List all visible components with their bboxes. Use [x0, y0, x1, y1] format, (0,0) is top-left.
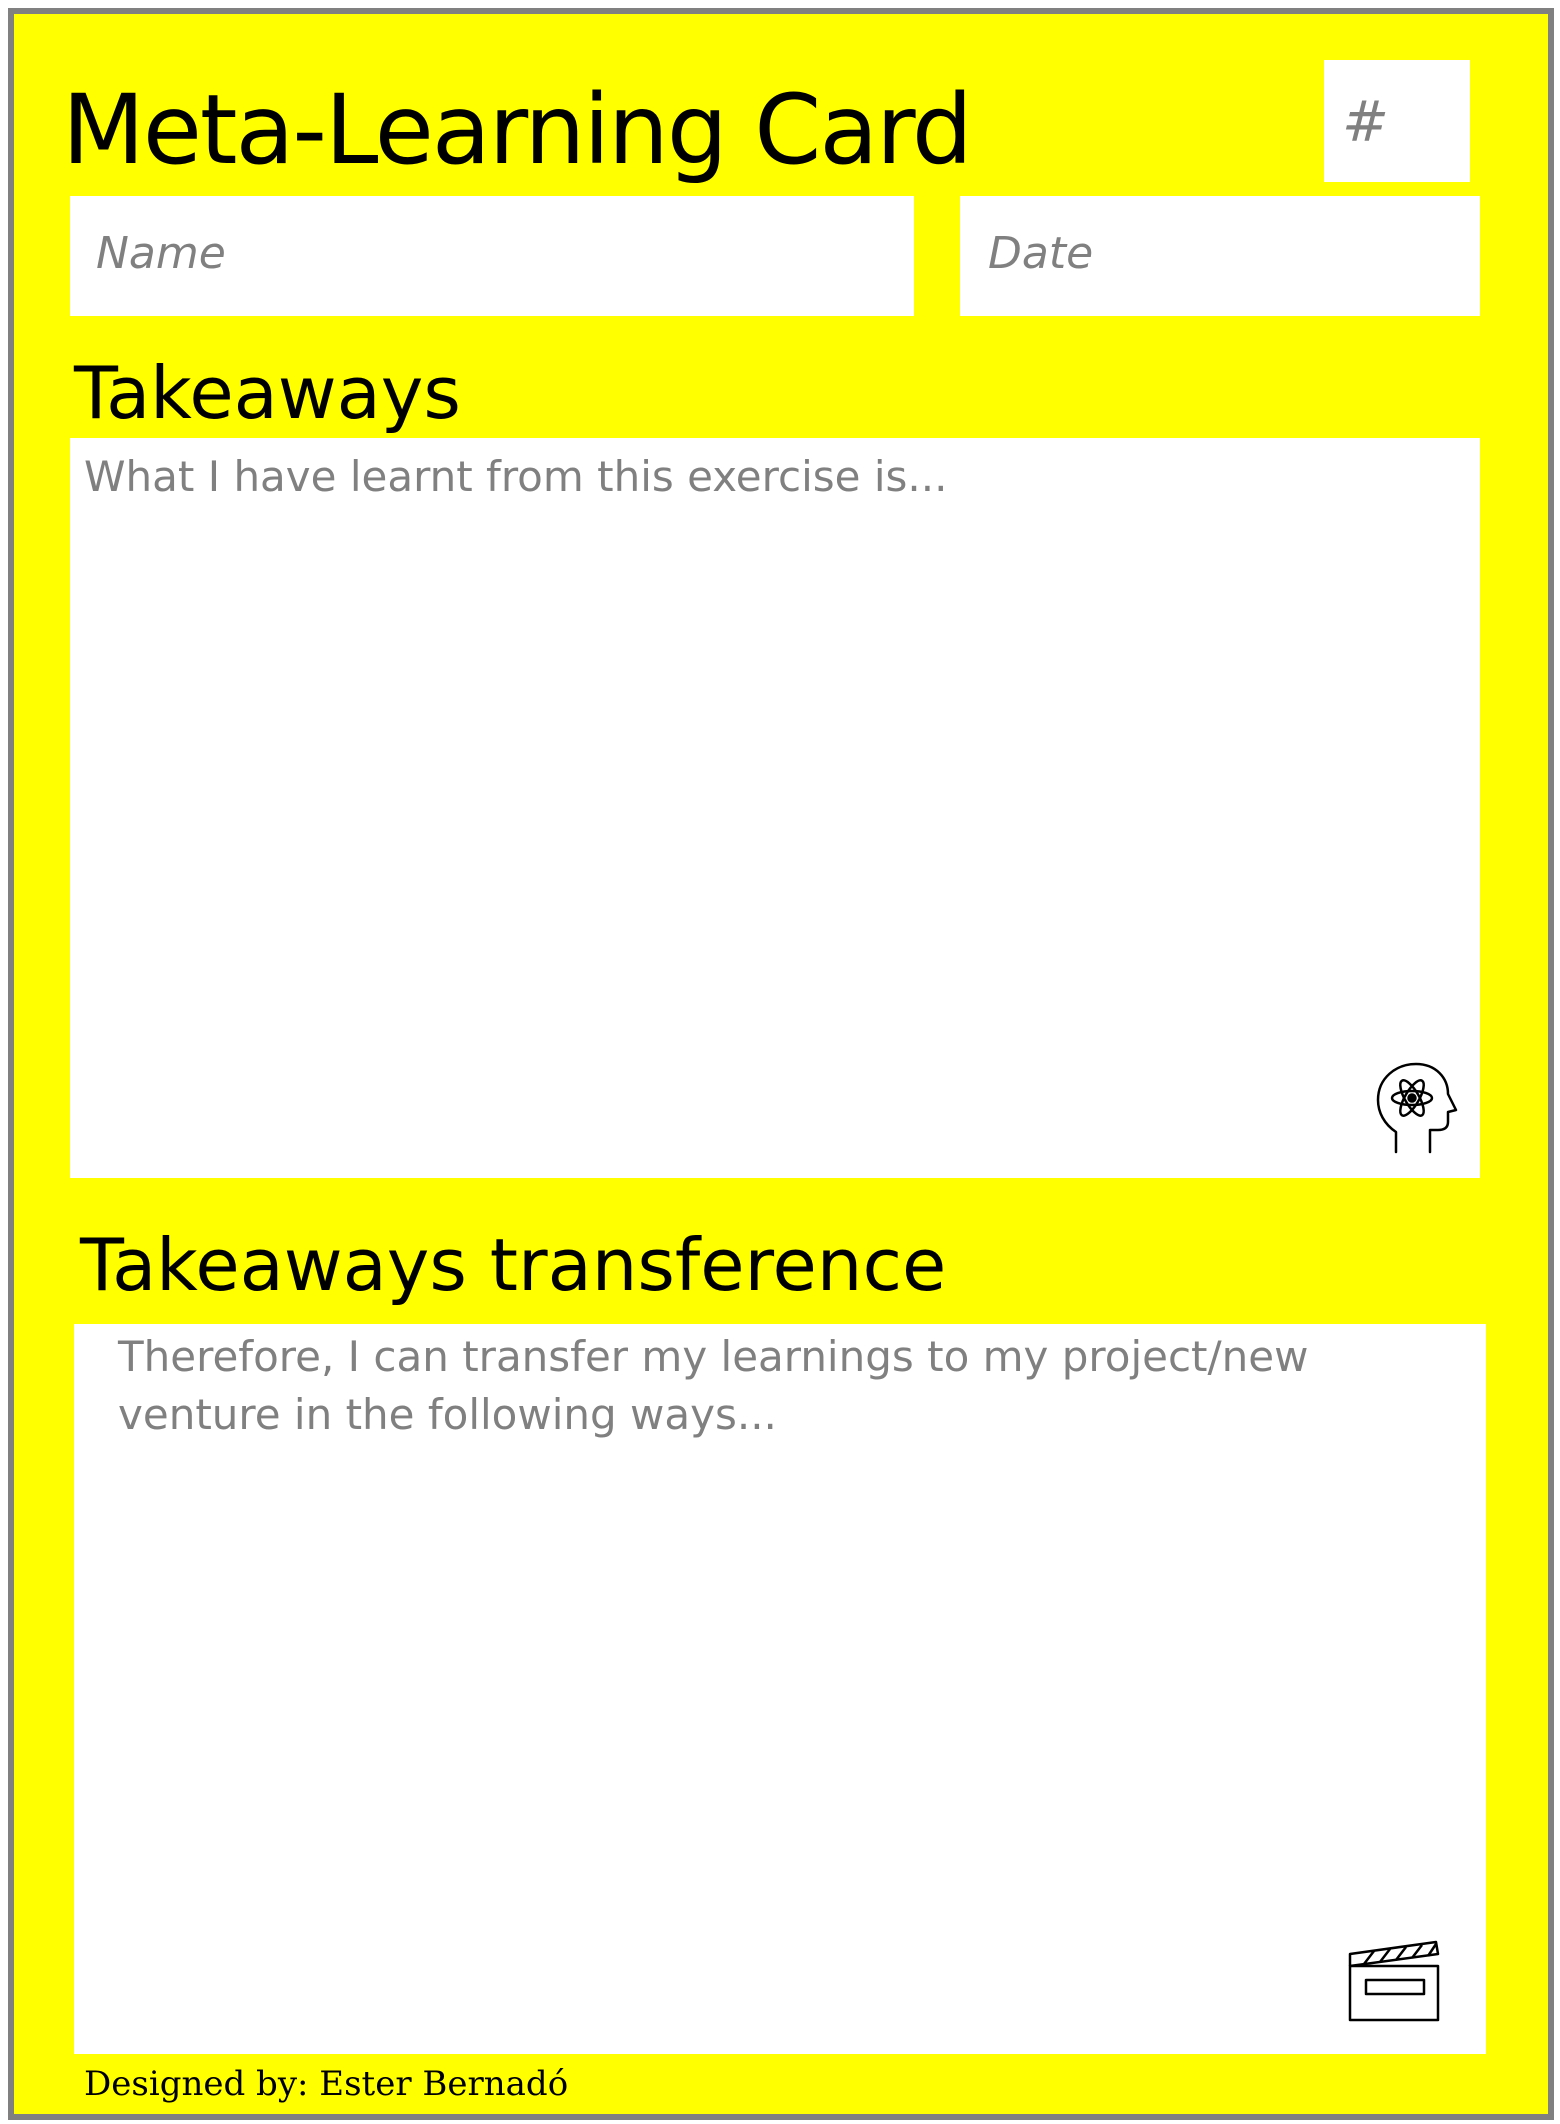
date-placeholder: Date: [988, 228, 1094, 279]
transference-heading: Takeaways transference: [80, 1223, 947, 1307]
takeaways-heading: Takeaways: [74, 351, 461, 435]
name-placeholder: Name: [96, 228, 226, 279]
card-number-field[interactable]: #: [1324, 60, 1470, 182]
transference-prompt: Therefore, I can transfer my learnings t…: [118, 1332, 1309, 1439]
clapperboard-icon: [1346, 1940, 1442, 2024]
date-field[interactable]: Date: [960, 196, 1480, 316]
takeaways-textarea[interactable]: What I have learnt from this exercise is…: [70, 438, 1480, 1178]
meta-learning-card: Meta-Learning Card # Name Date Takeaways…: [8, 8, 1554, 2120]
designer-credit: Designed by: Ester Bernadó: [84, 2064, 569, 2104]
name-field[interactable]: Name: [70, 196, 914, 316]
transference-textarea[interactable]: Therefore, I can transfer my learnings t…: [74, 1324, 1486, 2054]
takeaways-prompt: What I have learnt from this exercise is…: [84, 452, 948, 501]
head-atom-icon: [1372, 1060, 1460, 1156]
card-number-placeholder: #: [1342, 90, 1389, 155]
card-title: Meta-Learning Card: [62, 74, 973, 186]
